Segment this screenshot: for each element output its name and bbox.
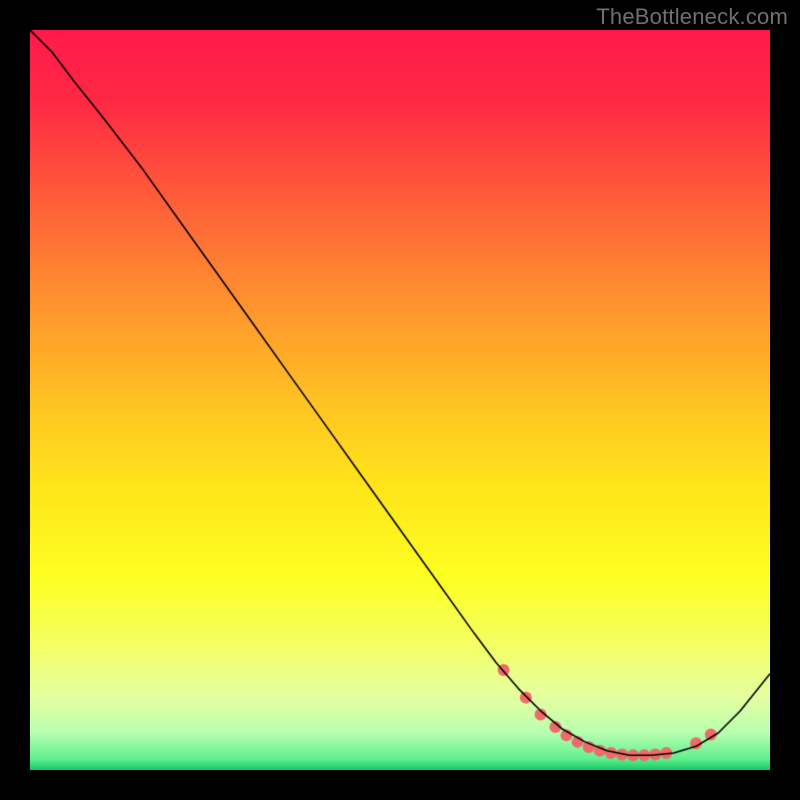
watermark-text: TheBottleneck.com	[596, 4, 788, 30]
chart-frame: TheBottleneck.com	[0, 0, 800, 800]
curve-layer	[30, 30, 770, 770]
plot-area	[30, 30, 770, 770]
